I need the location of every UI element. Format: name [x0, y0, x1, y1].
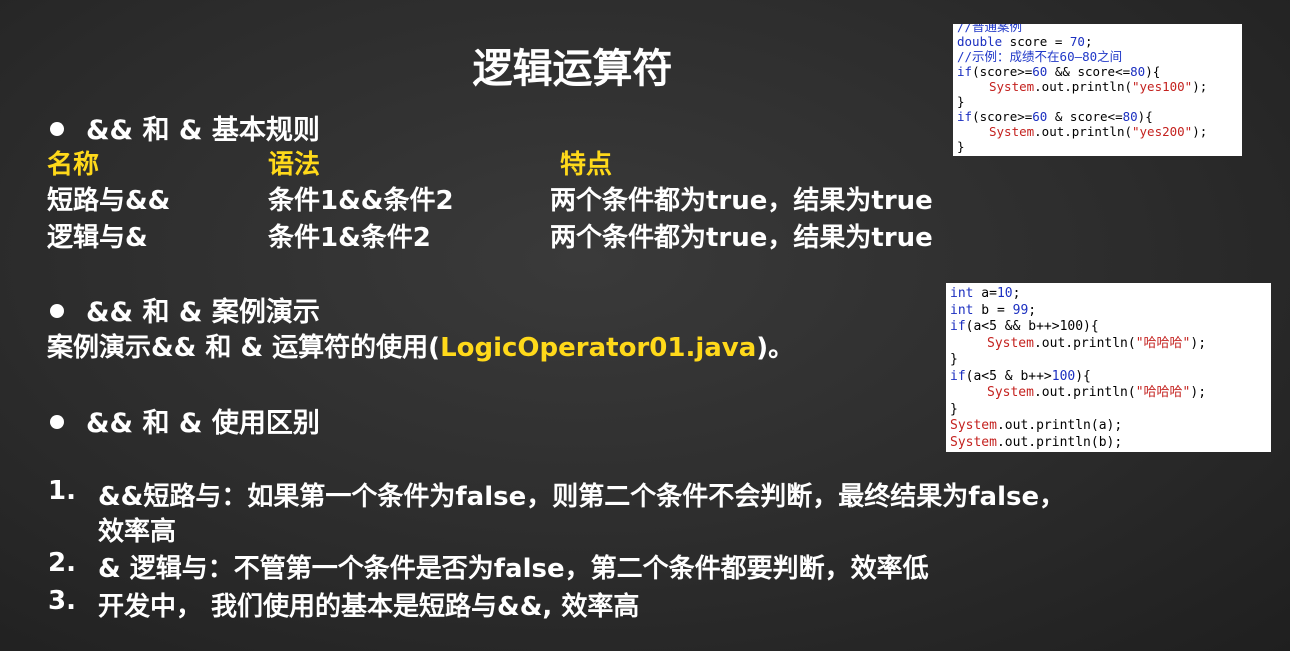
- code-line: if(a<5 & b++>100){: [950, 368, 1091, 384]
- diff-item-text: & 逻辑与：不管第一个条件是否为false，第二个条件都要判断，效率低: [98, 554, 929, 584]
- section-rules-heading: && 和 & 基本规则: [50, 108, 320, 147]
- code-line: if(a<5 && b++>100){: [950, 319, 1099, 334]
- demo-desc-suffix: )。: [756, 333, 795, 363]
- bullet-icon: [50, 121, 64, 136]
- code-snippet-ab: int a=10; int b = 99; if(a<5 && b++>100)…: [946, 283, 1271, 452]
- diff-item-number: 1.: [48, 476, 76, 506]
- section-demo-heading-text: && 和 & 案例演示: [86, 297, 320, 328]
- section-rules-heading-text: && 和 & 基本规则: [86, 115, 320, 146]
- code-line: System.out.println("哈哈哈");: [987, 385, 1207, 400]
- code-line: if(score>=60 && score<=80){: [957, 64, 1161, 79]
- code-line: System.out.println(b);: [950, 434, 1123, 450]
- code-line: System.out.println(a);: [950, 418, 1123, 433]
- column-header-name: 名称: [47, 150, 100, 180]
- code-line: System.out.println("哈哈哈");: [987, 335, 1207, 351]
- row-feature: 两个条件都为true，结果为true: [550, 186, 933, 216]
- column-header-feature: 特点: [560, 150, 613, 180]
- diff-item-text: 开发中， 我们使用的基本是短路与&&, 效率高: [98, 592, 640, 622]
- diff-item-number: 2.: [48, 548, 76, 578]
- bullet-icon: [50, 414, 64, 429]
- diff-item-text-cont: 效率高: [98, 517, 177, 547]
- section-diff-heading: && 和 & 使用区别: [50, 401, 320, 440]
- code-line: }: [957, 94, 965, 109]
- code-line: }: [950, 401, 958, 417]
- row-feature: 两个条件都为true，结果为true: [550, 223, 933, 253]
- code-line: int b = 99;: [950, 302, 1037, 318]
- code-line: System.out.println("yes200");: [989, 124, 1208, 139]
- diff-item-text: &&短路与：如果第一个条件为false，则第二个条件不会判断，最终结果为fals…: [98, 482, 1066, 512]
- section-demo-heading: && 和 & 案例演示: [50, 290, 320, 329]
- section-diff-heading-text: && 和 & 使用区别: [86, 408, 320, 439]
- demo-desc-prefix: 案例演示&& 和 & 运算符的使用(: [47, 333, 441, 363]
- code-line: int a=10;: [950, 286, 1021, 301]
- row-name: 逻辑与&: [47, 223, 148, 253]
- bullet-icon: [50, 303, 64, 318]
- code-line: }: [950, 352, 958, 367]
- column-header-syntax: 语法: [268, 150, 321, 180]
- code-line: //普通案例: [957, 24, 1023, 34]
- demo-description: 案例演示&& 和 & 运算符的使用(LogicOperator01.java)。: [47, 327, 794, 364]
- row-syntax: 条件1&条件2: [268, 223, 431, 253]
- code-line: if(score>=60 & score<=80){: [957, 109, 1153, 124]
- code-line: //示例：成绩不在60—80之间: [957, 49, 1123, 64]
- row-name: 短路与&&: [47, 186, 171, 216]
- code-line: }: [957, 139, 965, 154]
- code-snippet-score: //普通案例 double score = 70; //示例：成绩不在60—80…: [953, 24, 1242, 156]
- diff-item-number: 3.: [48, 586, 76, 616]
- code-line: double score = 70;: [957, 34, 1093, 49]
- code-line: System.out.println("yes100");: [989, 79, 1208, 94]
- demo-file-name: LogicOperator01.java: [440, 333, 757, 363]
- row-syntax: 条件1&&条件2: [268, 186, 454, 216]
